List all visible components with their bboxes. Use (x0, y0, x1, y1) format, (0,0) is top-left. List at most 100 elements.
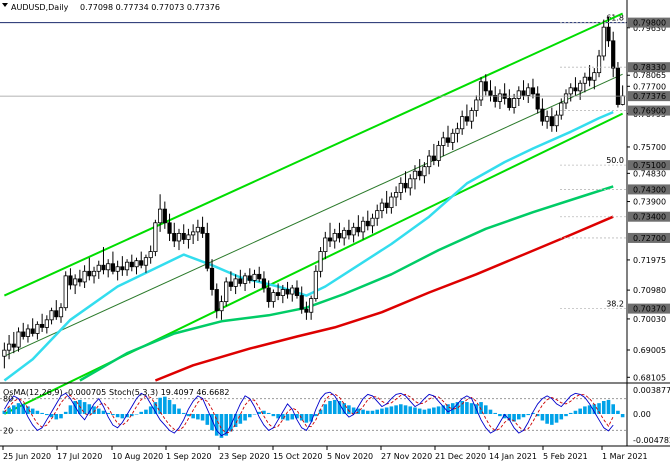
candle-body (365, 220, 370, 227)
candle-body (483, 81, 488, 92)
osma-bar (181, 412, 186, 414)
osma-bar (205, 414, 210, 425)
price-tick-label: 0.70980 (633, 286, 666, 295)
candle-body (596, 55, 602, 74)
candle-body (360, 220, 366, 233)
candle-body (276, 292, 281, 296)
osma-bar (483, 405, 488, 414)
candle-body (389, 196, 394, 209)
candle-body (384, 202, 389, 209)
osma-bar (517, 414, 521, 420)
osma-bar (422, 409, 427, 414)
osma-bar (134, 414, 139, 415)
candle-body (304, 308, 309, 313)
candle-body (464, 116, 469, 122)
osma-bar (243, 414, 247, 421)
osma-bar (271, 414, 276, 417)
candle-body (379, 202, 385, 212)
time-tick-label: 17 Jul 2020 (57, 452, 102, 461)
osma-bar (163, 396, 167, 414)
candle-body (615, 67, 621, 105)
candle-body (526, 87, 531, 96)
candle-body (167, 222, 172, 234)
time-tick-label: 25 Jun 2020 (3, 452, 51, 461)
osma-bar (498, 414, 502, 417)
time-tick-label: 1 Mar 2021 (602, 452, 648, 461)
time-tick-label: 5 Feb 2021 (543, 452, 588, 461)
osma-bar (427, 408, 431, 414)
osma-bar (365, 410, 370, 414)
osma-bar (158, 397, 162, 414)
price-label: 0.70370 (633, 305, 666, 314)
osma-bar (606, 399, 611, 414)
candle-body (582, 76, 587, 84)
price-label: 0.72700 (633, 234, 666, 243)
candle-body (214, 289, 219, 312)
candle-body (408, 178, 413, 189)
osma-bar (380, 408, 384, 414)
osma-bar (196, 414, 200, 420)
candle-body (176, 232, 182, 242)
candle-body (559, 102, 564, 116)
osma-bar (16, 403, 21, 414)
osma-bar (436, 406, 441, 414)
candle-body (271, 292, 276, 303)
candle-body (266, 287, 271, 303)
price-tick-label: 0.71975 (633, 256, 666, 265)
osma-bar (285, 414, 290, 421)
candle-body (280, 289, 285, 296)
ohlc-label: 0.77098 0.77734 0.77073 0.77376 (80, 3, 220, 12)
osma-label: OsMA(12,26,9) -0.000705 (3, 388, 106, 397)
candle-body (309, 298, 314, 313)
candle-body (233, 278, 238, 287)
osma-bar (493, 412, 498, 414)
candle-body (549, 116, 554, 127)
candle-body (82, 270, 87, 283)
osma-bar (54, 414, 59, 420)
candle-body (186, 234, 191, 240)
candle-body (91, 270, 97, 277)
osma-bar (7, 407, 11, 414)
osma-bar (111, 414, 115, 416)
candle-body (422, 166, 427, 177)
candle-body (49, 310, 54, 321)
price-label: 0.76900 (633, 107, 666, 116)
price-tick-label: 0.74830 (633, 169, 666, 178)
osma-bar (45, 414, 49, 416)
osma-bar (554, 414, 559, 423)
time-tick-label: 10 Aug 2020 (112, 452, 163, 461)
candle-body (238, 278, 243, 284)
osma-bar (403, 405, 408, 414)
stoch-label: Stoch(5,3,3) 19.4097 46.6682 (109, 388, 229, 397)
candle-body (587, 76, 592, 81)
candle-body (327, 237, 333, 242)
time-tick-label: 27 Nov 2020 (381, 452, 432, 461)
candle-body (356, 226, 361, 233)
candle-body (460, 116, 465, 130)
stoch-level-label: 20 (3, 426, 13, 435)
osma-bar (384, 407, 389, 414)
osma-bar (568, 412, 573, 414)
price-tick-label: 0.73900 (633, 198, 666, 207)
candle-body (106, 263, 111, 271)
osma-bar (332, 399, 337, 414)
candle-body (342, 229, 347, 239)
ema_fast-line (3, 110, 614, 382)
candle-body (30, 328, 35, 334)
osma-bar (488, 409, 493, 414)
osma-bar (139, 411, 144, 414)
candle-body (351, 226, 356, 236)
candles (2, 16, 625, 369)
candle-body (63, 275, 68, 309)
candle-body (219, 301, 224, 312)
price-tick-label: 0.78065 (633, 71, 666, 80)
candle-body (87, 270, 92, 277)
price-label: 0.74300 (633, 185, 666, 194)
main-plot: 61.850.038.2 (0, 12, 627, 415)
osma-bar (417, 408, 422, 414)
candle-body (403, 182, 408, 189)
price-tick-label: 0.68105 (633, 373, 666, 382)
candle-body (54, 310, 59, 318)
osma-bar (559, 414, 564, 420)
osma-bar (399, 404, 403, 414)
